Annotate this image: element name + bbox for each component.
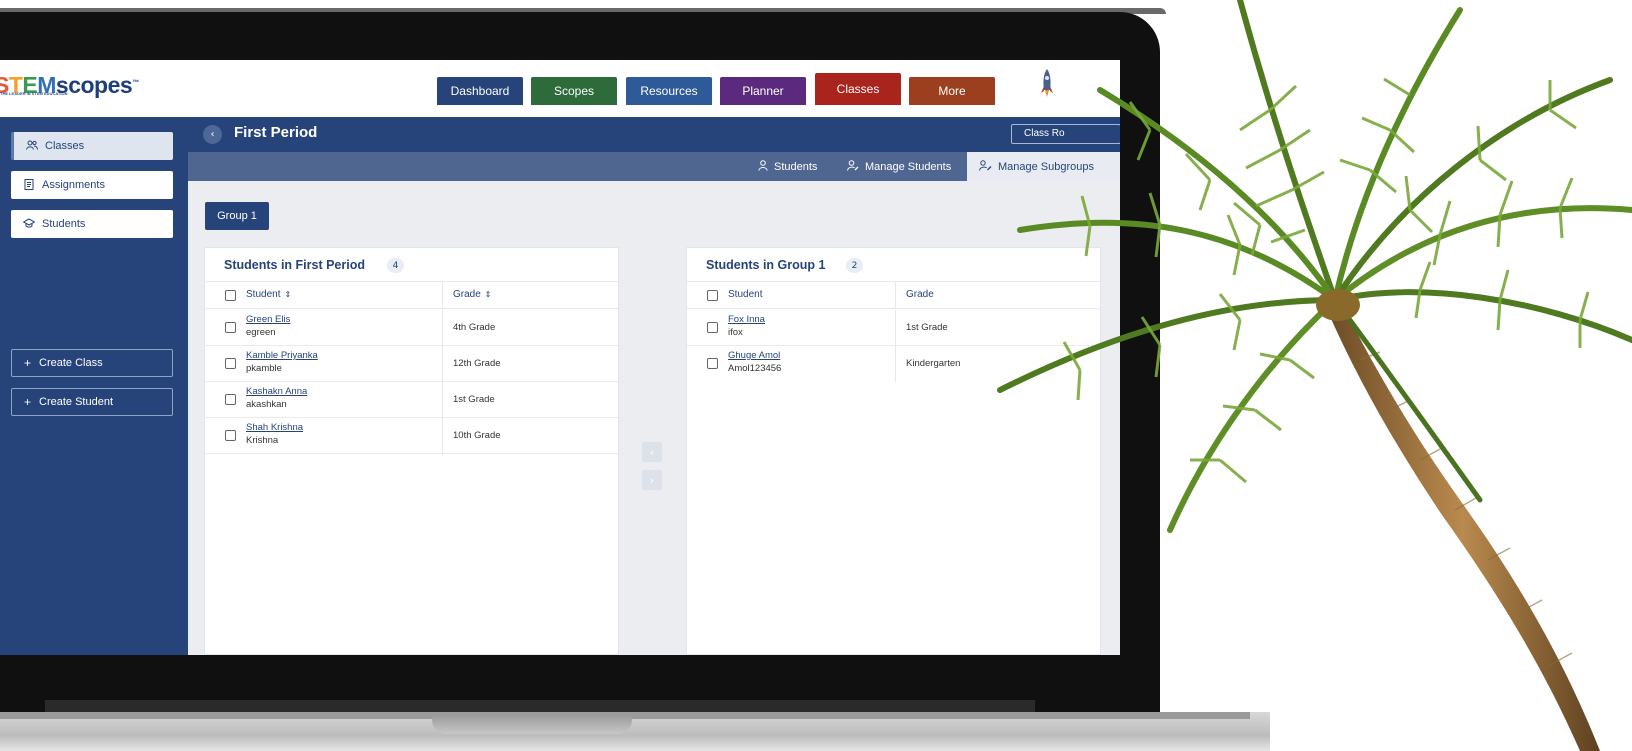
student-username: egreen [246, 327, 276, 338]
grade-column-header[interactable]: Grade ⇕ [453, 289, 492, 300]
sidebar-item-label: Assignments [42, 179, 105, 191]
select-all-checkbox[interactable] [225, 290, 236, 301]
grade-column-header: Grade [906, 289, 934, 300]
sort-icon[interactable]: ⇕ [284, 290, 291, 299]
sidebar-item-label: Classes [45, 140, 85, 152]
column-divider [442, 382, 443, 418]
tab-label: Students [774, 160, 818, 173]
column-divider [895, 282, 896, 309]
table-row: Kashakn Anna akashkan 1st Grade [205, 382, 620, 418]
student-grade: 10th Grade [453, 430, 501, 441]
tab-students[interactable]: Students [758, 152, 817, 181]
row-checkbox[interactable] [707, 322, 718, 333]
nav-resources[interactable]: Resources [626, 77, 712, 105]
student-name-link[interactable]: Shah Krishna [246, 422, 303, 433]
user-icon [758, 159, 768, 174]
column-divider [442, 418, 443, 454]
panel-title: Students in First Period [224, 258, 365, 272]
column-divider [442, 310, 443, 346]
group-1-button[interactable]: Group 1 [205, 202, 269, 230]
nav-classes[interactable]: Classes [815, 73, 901, 105]
nav-scopes[interactable]: Scopes [531, 77, 617, 105]
student-username: akashkan [246, 399, 287, 410]
student-name-link[interactable]: Kamble Priyanka [246, 350, 318, 361]
select-all-checkbox[interactable] [707, 290, 718, 301]
student-name-link[interactable]: Green Elis [246, 314, 290, 325]
tab-manage-students[interactable]: Manage Students [847, 152, 951, 181]
graduation-cap-icon [22, 218, 36, 230]
student-username: Krishna [246, 435, 279, 446]
column-divider [442, 346, 443, 382]
logo-trademark: ™ [132, 79, 139, 87]
table-row: Kamble Priyanka pkamble 12th Grade [205, 346, 620, 382]
table-row: Shah Krishna Krishna 10th Grade [205, 418, 620, 454]
sidebar-item-classes[interactable]: Classes [11, 132, 173, 160]
column-label: Student [246, 289, 281, 300]
palm-tree-image [997, 0, 1632, 751]
student-grade: 12th Grade [453, 358, 501, 369]
sidebar: Classes Assignments Students + Create Cl… [0, 117, 188, 655]
student-column-header: Student [728, 289, 763, 300]
student-name-link[interactable]: Kashakn Anna [246, 386, 307, 397]
move-left-button[interactable]: ‹ [642, 442, 662, 462]
create-class-button[interactable]: + Create Class [11, 349, 173, 377]
user-edit-icon [847, 159, 859, 174]
student-grade: 1st Grade [453, 394, 495, 405]
student-name-link[interactable]: Fox Inna [728, 314, 765, 325]
student-name-link[interactable]: Ghuge Amol [728, 350, 780, 361]
column-divider [442, 282, 443, 309]
student-count-badge: 4 [387, 258, 404, 273]
plus-icon: + [24, 395, 32, 409]
row-checkbox[interactable] [707, 358, 718, 369]
logo-tagline: THE LEADER IN STEM EDUCATION [0, 91, 68, 96]
sort-icon[interactable]: ⇕ [485, 290, 492, 299]
laptop-notch [432, 716, 632, 734]
student-username: Amol123456 [728, 363, 782, 374]
users-icon [25, 140, 39, 152]
student-username: pkamble [246, 363, 282, 374]
back-chevron-icon[interactable]: ‹ [203, 125, 222, 144]
laptop-hinge [45, 700, 1035, 712]
student-count-badge: 2 [846, 258, 863, 273]
row-checkbox[interactable] [225, 394, 236, 405]
move-right-button[interactable]: › [642, 470, 662, 490]
column-label: Grade [453, 289, 481, 300]
student-column-header[interactable]: Student ⇕ [246, 289, 291, 300]
row-checkbox[interactable] [225, 358, 236, 369]
nav-dashboard[interactable]: Dashboard [437, 77, 523, 105]
table-header: Student ⇕ Grade ⇕ [205, 281, 620, 309]
nav-planner[interactable]: Planner [720, 77, 806, 105]
student-grade: 4th Grade [453, 322, 496, 333]
first-period-students-panel: Students in First Period 4 Student ⇕ Grad… [204, 247, 620, 655]
row-checkbox[interactable] [225, 322, 236, 333]
create-student-button[interactable]: + Create Student [11, 388, 173, 416]
sidebar-item-students[interactable]: Students [11, 210, 173, 238]
plus-icon: + [24, 356, 32, 370]
table-row: Green Elis egreen 4th Grade [205, 310, 620, 346]
column-divider [895, 346, 896, 382]
sidebar-item-label: Students [42, 218, 86, 230]
page-title: First Period [234, 124, 318, 141]
create-class-label: Create Class [39, 357, 103, 369]
row-checkbox[interactable] [225, 430, 236, 441]
create-student-label: Create Student [39, 396, 114, 408]
document-icon [22, 178, 36, 192]
sidebar-item-assignments[interactable]: Assignments [11, 171, 173, 199]
student-username: ifox [728, 327, 743, 338]
tab-label: Manage Students [865, 160, 952, 173]
panel-title: Students in Group 1 [706, 258, 826, 272]
column-divider [895, 310, 896, 346]
